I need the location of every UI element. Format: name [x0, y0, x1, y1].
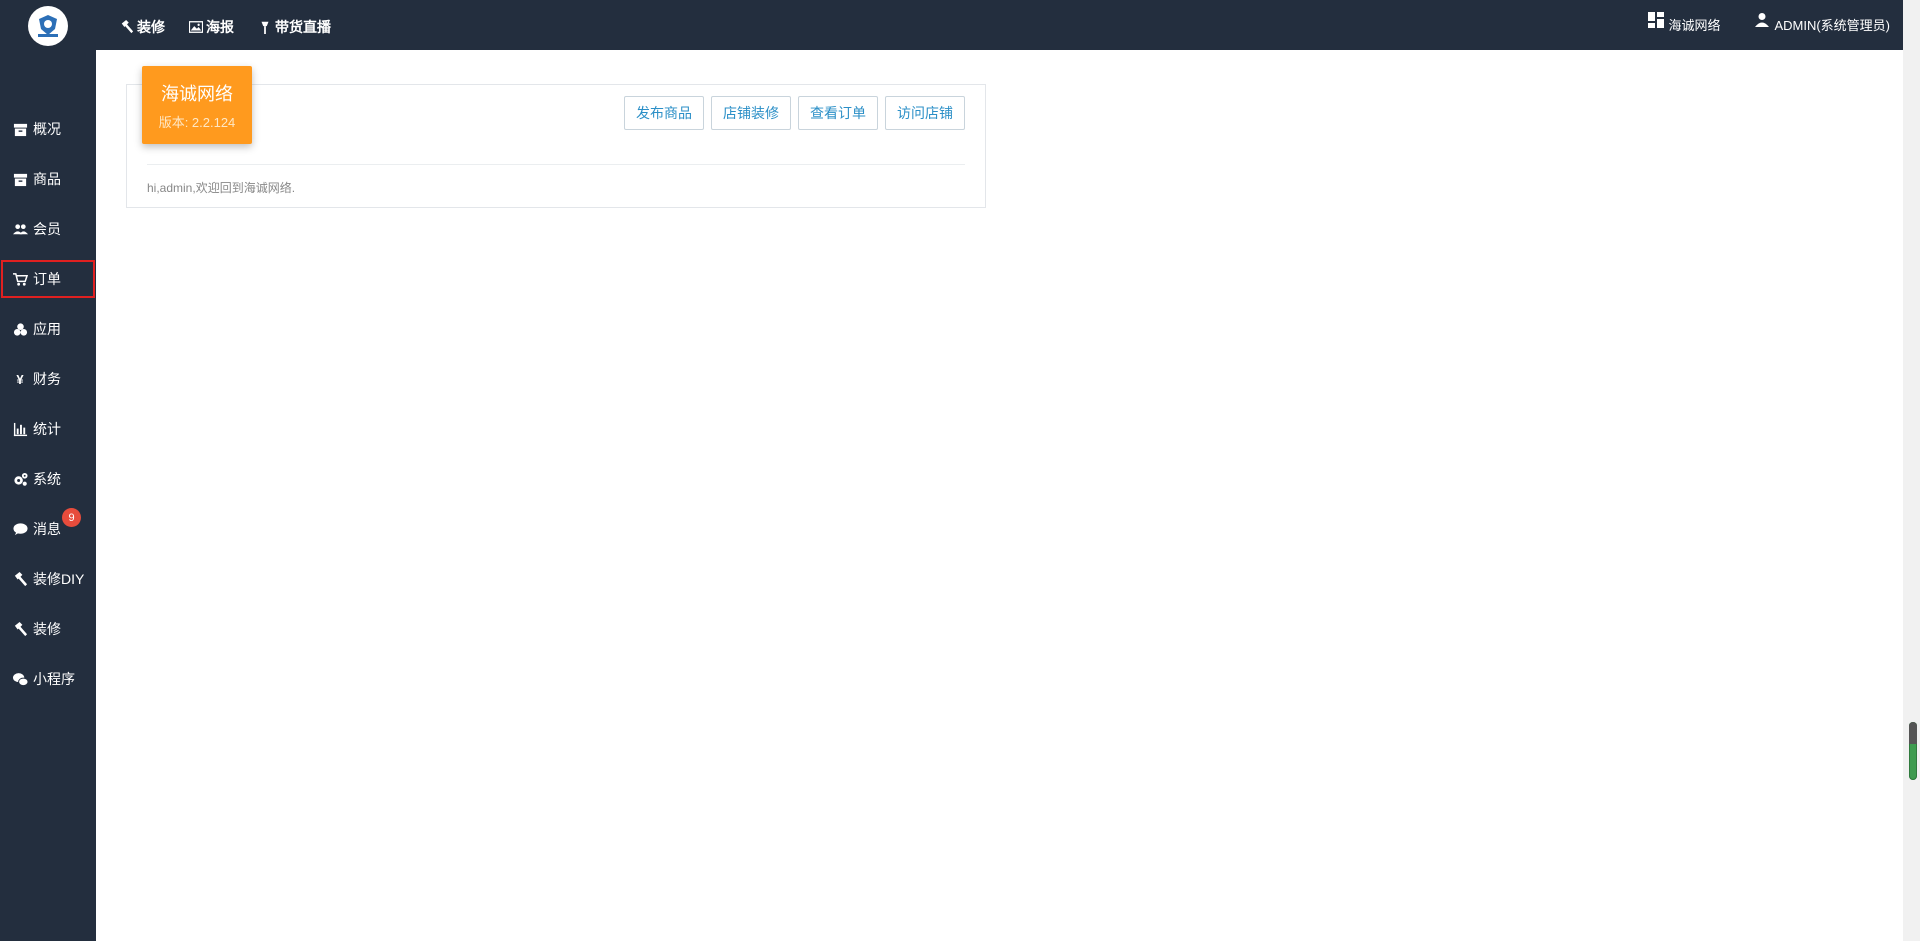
scrollbar-thumb-cap [1909, 722, 1917, 744]
sidebar-item-label: 财务 [33, 371, 61, 387]
sidebar-item-finance[interactable]: ¥ 财务 [0, 354, 96, 404]
sidebar-item-apps[interactable]: 应用 [0, 304, 96, 354]
sidebar-menu: 概况 商品 会员 订单 应用 ¥ 财务 统计 系统 消息 9 装修DIY 装修 … [0, 104, 96, 704]
view-orders-button[interactable]: 查看订单 [798, 96, 878, 130]
visit-shop-button[interactable]: 访问店铺 [885, 96, 965, 130]
logo-icon [38, 15, 58, 37]
top-link-decorate[interactable]: 装修 [120, 17, 165, 37]
sidebar-item-orders[interactable]: 订单 [0, 259, 96, 299]
cart-icon [11, 271, 29, 287]
torch-icon [261, 21, 269, 34]
wechat-icon [11, 671, 29, 687]
sidebar-item-label: 概况 [33, 121, 61, 137]
top-link-poster[interactable]: 海报 [189, 17, 234, 37]
welcome-panel: 发布商品 店铺装修 查看订单 访问店铺 hi,admin,欢迎回到海诚网络. [126, 84, 986, 208]
top-link-label: 装修 [137, 19, 165, 35]
brand-name: 海诚网络 [161, 83, 233, 104]
sidebar-item-label: 订单 [33, 271, 61, 287]
user-menu[interactable]: ADMIN(系统管理员) [1754, 13, 1890, 34]
shop-decorate-button[interactable]: 店铺装修 [711, 96, 791, 130]
sidebar-item-label: 消息 [33, 521, 61, 537]
users-icon [11, 221, 29, 237]
welcome-text: hi,admin,欢迎回到海诚网络. [147, 181, 296, 195]
user-icon [1755, 13, 1770, 27]
version-label: 版本: 2.2.124 [158, 114, 236, 130]
hammer-icon [121, 20, 134, 34]
image-icon [189, 21, 203, 33]
sidebar-item-label: 装修DIY [33, 571, 85, 587]
sidebar-item-messages[interactable]: 消息 9 [0, 504, 96, 554]
top-navbar: 装修 海报 带货直播 海诚网络 ADMIN(系统管理员) [96, 0, 1920, 50]
sidebar-item-system[interactable]: 系统 [0, 454, 96, 504]
top-quick-links: 装修 海报 带货直播 [120, 13, 355, 37]
app-logo[interactable] [28, 6, 68, 46]
archive-icon [11, 121, 29, 137]
sidebar-item-diy[interactable]: 装修DIY [0, 554, 96, 604]
top-link-live[interactable]: 带货直播 [258, 17, 331, 37]
sidebar-item-label: 商品 [33, 171, 61, 187]
sidebar-item-label: 会员 [33, 221, 61, 237]
sidebar-item-label: 系统 [33, 471, 61, 487]
sidebar-item-members[interactable]: 会员 [0, 204, 96, 254]
comment-icon [11, 521, 29, 537]
message-count-badge: 9 [62, 508, 81, 527]
cubes-icon [11, 321, 29, 337]
brand-card: 海诚网络 版本: 2.2.124 [142, 66, 252, 144]
top-right-area: 海诚网络 ADMIN(系统管理员) [1614, 12, 1890, 34]
quick-action-buttons: 发布商品 店铺装修 查看订单 访问店铺 [617, 96, 965, 130]
sidebar-item-decorate[interactable]: 装修 [0, 604, 96, 654]
publish-goods-button[interactable]: 发布商品 [624, 96, 704, 130]
top-link-label: 海报 [206, 19, 234, 35]
sidebar-item-overview[interactable]: 概况 [0, 104, 96, 154]
user-name: ADMIN(系统管理员) [1774, 17, 1890, 33]
dashboard-grid-icon [1648, 12, 1665, 28]
hammer-icon [11, 621, 29, 637]
hammer-icon [11, 571, 29, 587]
sidebar-item-label: 小程序 [33, 671, 75, 687]
box-icon [11, 171, 29, 187]
sidebar-item-label: 应用 [33, 321, 61, 337]
sidebar-item-miniprogram[interactable]: 小程序 [0, 654, 96, 704]
sidebar-item-stats[interactable]: 统计 [0, 404, 96, 454]
vertical-scrollbar[interactable] [1903, 0, 1920, 941]
bar-chart-icon [11, 421, 29, 437]
sidebar-item-goods[interactable]: 商品 [0, 154, 96, 204]
shop-switcher[interactable]: 海诚网络 [1648, 12, 1721, 34]
divider [147, 164, 965, 165]
logo-area [0, 0, 96, 50]
shop-name: 海诚网络 [1668, 17, 1721, 33]
top-link-label: 带货直播 [275, 19, 331, 35]
sidebar: 概况 商品 会员 订单 应用 ¥ 财务 统计 系统 消息 9 装修DIY 装修 … [0, 0, 96, 941]
sidebar-item-label: 装修 [33, 621, 61, 637]
sidebar-item-label: 统计 [33, 421, 61, 437]
cogs-icon [11, 471, 29, 487]
yen-icon: ¥ [16, 371, 24, 387]
